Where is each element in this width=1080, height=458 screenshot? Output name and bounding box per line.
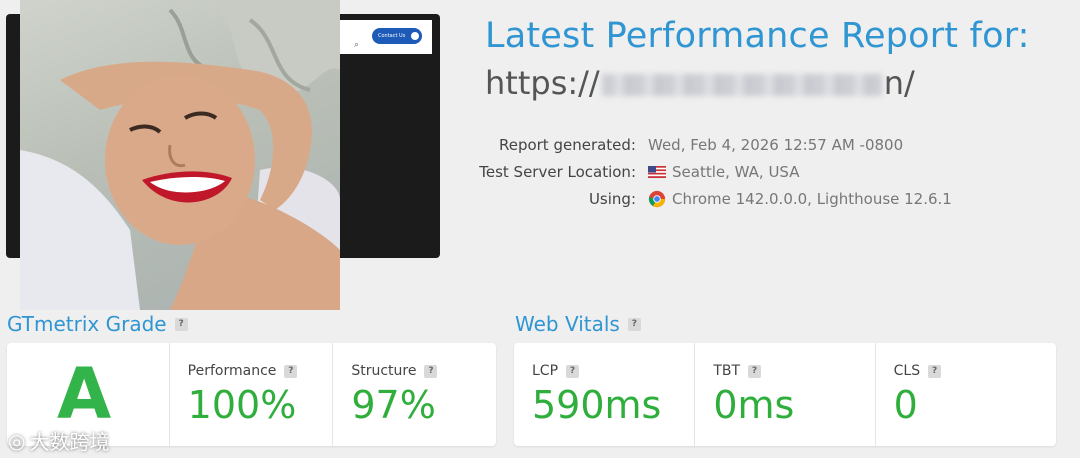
gtmetrix-grade-title: GTmetrix Grade	[7, 312, 167, 336]
lcp-help-icon[interactable]: ?	[566, 364, 580, 378]
lcp-label: LCP	[532, 363, 559, 379]
using-value: Chrome 142.0.0.0, Lighthouse 12.6.1	[672, 189, 952, 208]
watermark-text: 大数跨境	[29, 430, 110, 454]
performance-help-icon[interactable]: ?	[284, 364, 298, 378]
web-vitals-title: Web Vitals	[515, 312, 620, 336]
lcp-label-wrap: LCP ?	[532, 363, 580, 379]
cls-value: 0	[893, 383, 918, 427]
meta-row-generated: Report generated: Wed, Feb 4, 2026 12:57…	[470, 131, 952, 158]
report-meta: Report generated: Wed, Feb 4, 2026 12:57…	[470, 131, 952, 212]
web-vitals-card: LCP ? 590ms TBT ? 0ms CLS ? 0	[514, 343, 1056, 446]
lcp-value: 590ms	[532, 383, 662, 427]
url-suffix: n/	[883, 64, 915, 102]
cls-help-icon[interactable]: ?	[928, 364, 942, 378]
overlay-photo	[20, 0, 340, 310]
performance-label-wrap: Performance ?	[188, 363, 298, 379]
web-vitals-heading: Web Vitals ?	[515, 312, 641, 336]
structure-help-icon[interactable]: ?	[424, 364, 438, 378]
generated-value: Wed, Feb 4, 2026 12:57 AM -0800	[648, 135, 904, 154]
location-value-wrap: Seattle, WA, USA	[648, 163, 800, 181]
structure-label: Structure	[351, 363, 417, 379]
performance-value: 100%	[187, 383, 297, 427]
structure-label-wrap: Structure ?	[351, 363, 438, 379]
watermark-logo-icon: ◎	[8, 428, 26, 453]
thumbnail-contact-button: Contact Us	[372, 28, 422, 44]
cls-label: CLS	[893, 363, 921, 379]
generated-label: Report generated:	[498, 135, 636, 154]
performance-label: Performance	[187, 363, 277, 379]
gtmetrix-grade-heading: GTmetrix Grade ?	[7, 312, 188, 336]
structure-value: 97%	[351, 383, 436, 427]
us-flag-icon	[648, 165, 666, 178]
grade-letter: A	[57, 353, 112, 435]
tbt-label: TBT	[713, 363, 741, 379]
using-label: Using:	[588, 189, 636, 208]
meta-row-using: Using: Chrome 142.0.0.0, Lighthouse 12.6…	[470, 185, 952, 212]
tbt-cell: TBT ? 0ms	[694, 343, 874, 446]
meta-row-location: Test Server Location: Seattle, WA, USA	[470, 158, 952, 185]
lcp-cell: LCP ? 590ms	[514, 343, 694, 446]
using-value-wrap: Chrome 142.0.0.0, Lighthouse 12.6.1	[648, 190, 952, 208]
location-label: Test Server Location:	[479, 162, 636, 181]
tbt-label-wrap: TBT ?	[713, 363, 762, 379]
url-prefix: https://	[485, 64, 600, 102]
web-vitals-help-icon[interactable]: ?	[627, 317, 641, 331]
tbt-help-icon[interactable]: ?	[748, 364, 762, 378]
performance-cell: Performance ? 100%	[168, 343, 333, 446]
cls-label-wrap: CLS ?	[893, 363, 942, 379]
report-title: Latest Performance Report for:	[485, 16, 1030, 56]
search-icon: ⌕	[354, 40, 360, 50]
url-blurred-domain	[601, 74, 882, 96]
cls-cell: CLS ? 0	[874, 343, 1056, 446]
report-url[interactable]: https:// n/	[485, 64, 915, 102]
chrome-icon	[648, 190, 666, 207]
location-value: Seattle, WA, USA	[672, 162, 800, 181]
tbt-value: 0ms	[713, 383, 795, 427]
grade-help-icon[interactable]: ?	[174, 317, 188, 331]
watermark: ◎ 大数跨境	[8, 426, 109, 455]
structure-cell: Structure ? 97%	[332, 343, 496, 446]
